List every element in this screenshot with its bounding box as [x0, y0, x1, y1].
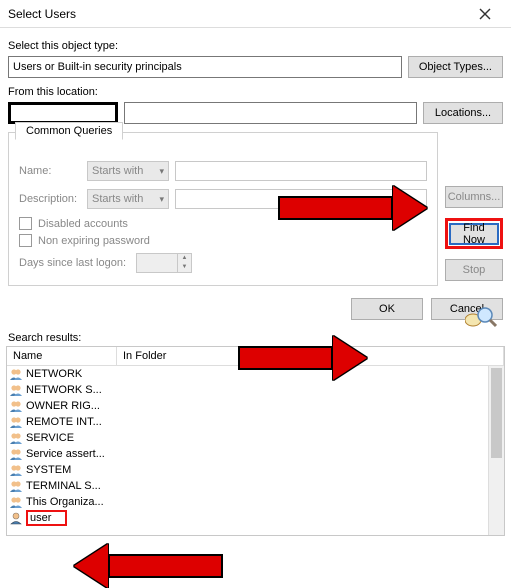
results-row[interactable]: SYSTEM — [7, 462, 504, 478]
description-match-combo[interactable]: Starts with ▾ — [87, 189, 169, 209]
stop-button[interactable]: Stop — [445, 259, 503, 281]
non-expiring-label: Non expiring password — [38, 235, 150, 247]
group-icon — [9, 367, 23, 381]
group-icon — [9, 479, 23, 493]
results-row-name: user — [26, 510, 67, 526]
group-icon — [9, 447, 23, 461]
description-match-value: Starts with — [92, 193, 143, 205]
close-button[interactable] — [465, 3, 505, 25]
days-since-label: Days since last logon: — [19, 257, 126, 269]
results-row[interactable]: NETWORK S... — [7, 382, 504, 398]
results-scrollbar[interactable] — [488, 366, 504, 535]
name-input[interactable] — [175, 161, 427, 181]
results-row-name: NETWORK S... — [26, 384, 102, 396]
results-row[interactable]: OWNER RIG... — [7, 398, 504, 414]
location-field[interactable] — [124, 102, 417, 124]
object-type-label: Select this object type: — [8, 40, 503, 52]
name-match-value: Starts with — [92, 165, 143, 177]
group-icon — [9, 431, 23, 445]
column-name[interactable]: Name — [7, 347, 117, 365]
results-header: Name In Folder — [7, 347, 504, 366]
object-types-button[interactable]: Object Types... — [408, 56, 503, 78]
results-row[interactable]: NETWORK — [7, 366, 504, 382]
title-bar: Select Users — [0, 0, 511, 28]
group-icon — [9, 399, 23, 413]
results-row-name: REMOTE INT... — [26, 416, 102, 428]
spin-up-icon: ▲ — [178, 254, 191, 263]
disabled-accounts-checkbox[interactable] — [19, 217, 32, 230]
user-icon — [9, 511, 23, 525]
find-now-button[interactable]: Find Now — [449, 223, 499, 245]
results-row[interactable]: user — [7, 510, 504, 526]
results-row[interactable]: Service assert... — [7, 446, 504, 462]
magnifier-icon — [465, 306, 497, 328]
common-queries-group: Common Queries Name: Starts with ▾ Descr… — [8, 132, 438, 286]
name-label: Name: — [19, 165, 81, 177]
search-results-list: Name In Folder NETWORK NETWORK S... OWNER … — [6, 346, 505, 536]
name-match-combo[interactable]: Starts with ▾ — [87, 161, 169, 181]
group-icon — [9, 383, 23, 397]
description-input[interactable] — [175, 189, 427, 209]
location-field-highlight[interactable] — [8, 102, 118, 124]
group-icon — [9, 495, 23, 509]
disabled-accounts-label: Disabled accounts — [38, 218, 128, 230]
close-icon — [479, 8, 491, 20]
results-row-name: Service assert... — [26, 448, 105, 460]
results-row[interactable]: TERMINAL S... — [7, 478, 504, 494]
results-row-name: NETWORK — [26, 368, 82, 380]
results-row-name: This Organiza... — [26, 496, 104, 508]
results-row-name: OWNER RIG... — [26, 400, 100, 412]
non-expiring-checkbox[interactable] — [19, 234, 32, 247]
spin-down-icon: ▼ — [178, 263, 191, 272]
locations-button[interactable]: Locations... — [423, 102, 503, 124]
object-type-field[interactable] — [8, 56, 402, 78]
group-icon — [9, 415, 23, 429]
results-row-name: SYSTEM — [26, 464, 71, 476]
results-row[interactable]: This Organiza... — [7, 494, 504, 510]
common-queries-tab[interactable]: Common Queries — [15, 122, 123, 140]
results-row-name: SERVICE — [26, 432, 74, 444]
from-location-label: From this location: — [8, 86, 503, 98]
search-results-label: Search results: — [0, 326, 511, 344]
chevron-down-icon: ▾ — [159, 166, 164, 177]
find-now-highlight: Find Now — [445, 218, 503, 249]
results-row[interactable]: SERVICE — [7, 430, 504, 446]
results-row[interactable]: REMOTE INT... — [7, 414, 504, 430]
column-in-folder[interactable]: In Folder — [117, 347, 504, 365]
scrollbar-thumb[interactable] — [491, 368, 502, 458]
description-label: Description: — [19, 193, 81, 205]
ok-button[interactable]: OK — [351, 298, 423, 320]
days-since-spinner[interactable]: ▲▼ — [136, 253, 192, 273]
window-title: Select Users — [8, 7, 76, 21]
results-row-name: TERMINAL S... — [26, 480, 101, 492]
arrow-annotation — [74, 544, 223, 588]
columns-button[interactable]: Columns... — [445, 186, 503, 208]
group-icon — [9, 463, 23, 477]
chevron-down-icon: ▾ — [159, 194, 164, 205]
